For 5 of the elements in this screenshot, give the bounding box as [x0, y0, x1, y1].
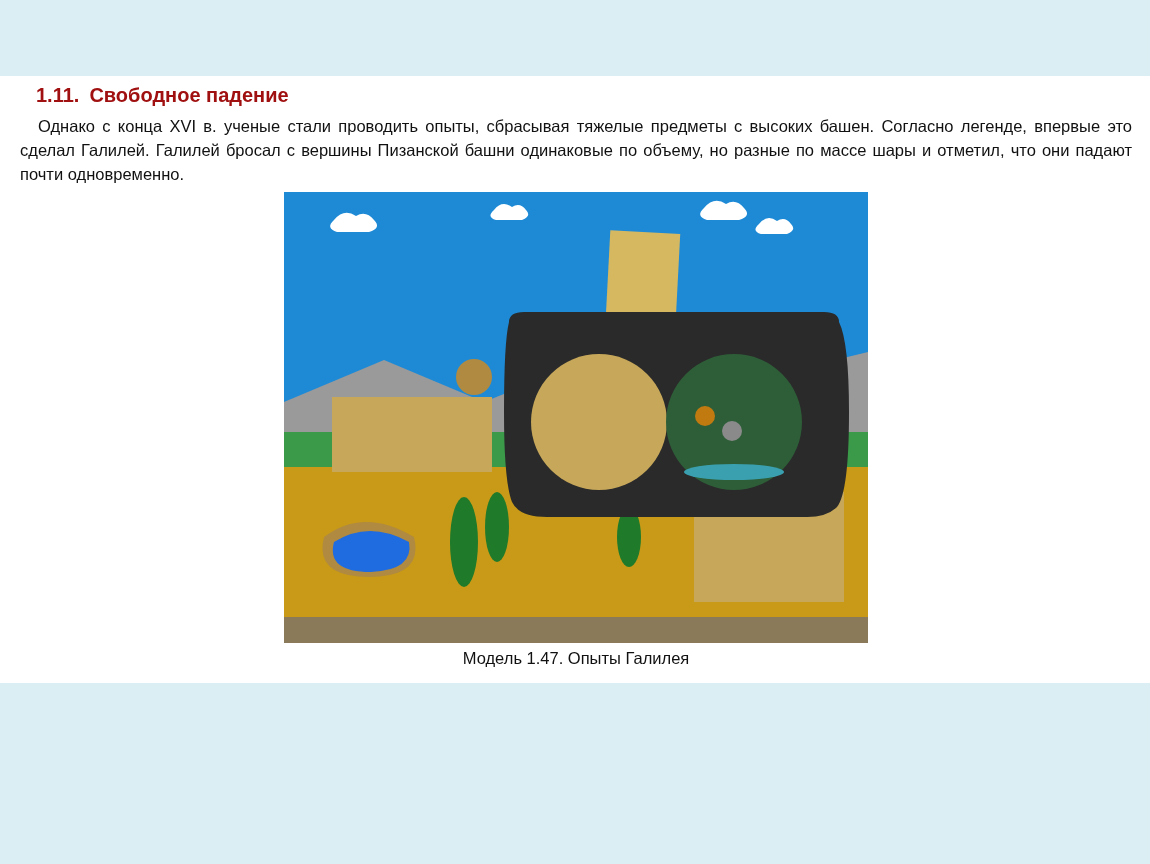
figure-caption: Модель 1.47. Опыты Галилея [462, 649, 690, 668]
pisa-scene-drawing[interactable] [284, 192, 868, 643]
section-title: Свободное падение [89, 83, 289, 108]
paragraph: Однако с конца XVI в. ученые стали проводить опыты, сбрасывая тяжелые предметы с высоких башен. Согласно легенде, впервые это сделал Галилей. Галилей бросал с вершины Пизанской башни одинаковые по объему, но разные по массе шары и отметил, что они падают почти одновременно. [20, 116, 1132, 185]
section-number: 1.11. [36, 83, 80, 108]
